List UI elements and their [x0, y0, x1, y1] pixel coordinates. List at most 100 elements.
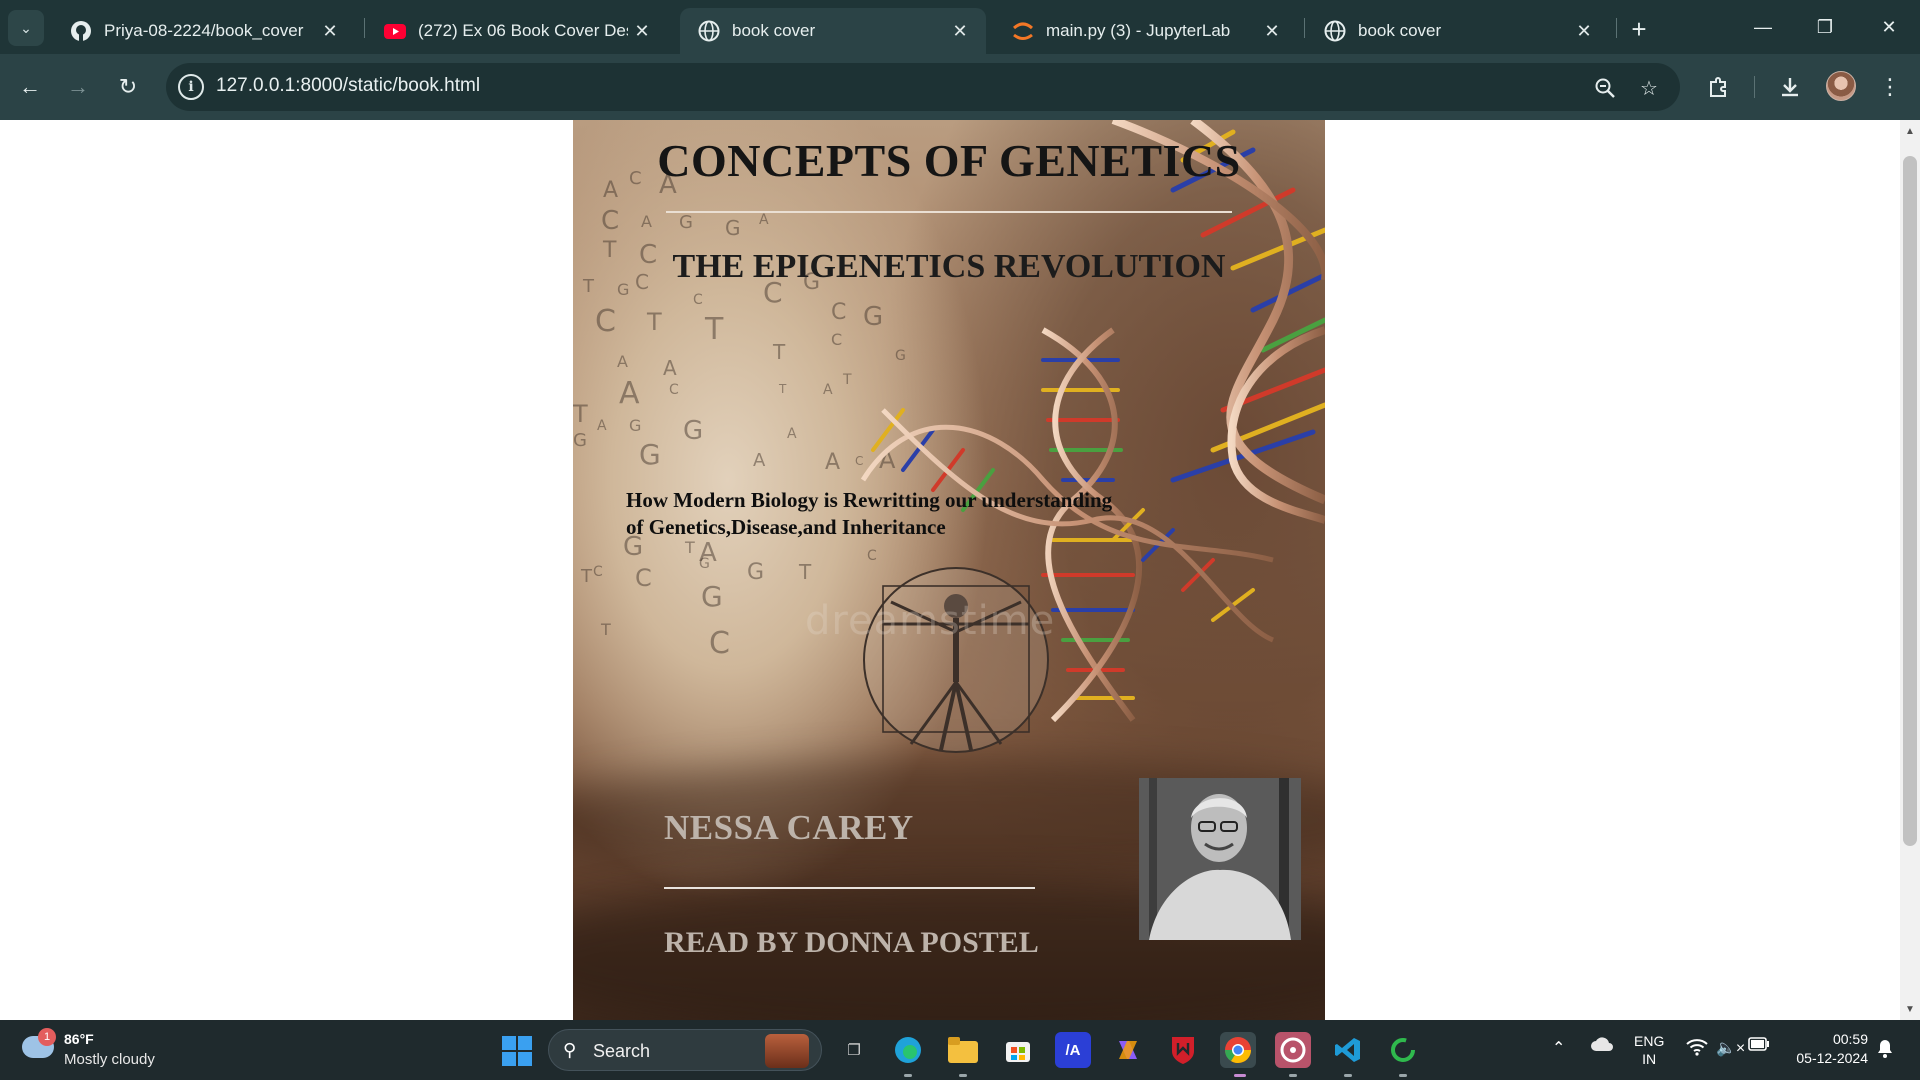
- tagline-line: How Modern Biology is Rewritting our und…: [626, 488, 1113, 512]
- stock-watermark: dreamstime: [805, 598, 1056, 644]
- close-icon[interactable]: ✕: [946, 17, 974, 45]
- tab-search-button[interactable]: ⌄: [8, 10, 44, 46]
- weather-description[interactable]: Mostly cloudy: [64, 1051, 155, 1068]
- vitruvian-man-illustration: [863, 567, 1049, 753]
- language-indicator[interactable]: ENG IN: [1634, 1032, 1664, 1068]
- github-icon: [70, 20, 92, 42]
- edge-browser-icon[interactable]: [890, 1032, 926, 1068]
- taskbar-search[interactable]: ⚲ Search: [548, 1029, 822, 1071]
- media-app-icon[interactable]: [1275, 1032, 1311, 1068]
- reload-button[interactable]: ↻: [110, 69, 146, 105]
- author-photo: [1139, 778, 1301, 940]
- battery-icon[interactable]: [1748, 1037, 1770, 1056]
- search-highlight-icon: [765, 1034, 809, 1068]
- loading-app-icon[interactable]: [1385, 1032, 1421, 1068]
- scroll-up-arrow-icon[interactable]: ▲: [1900, 122, 1920, 140]
- author-divider: [664, 887, 1035, 889]
- language-code: ENG: [1634, 1033, 1665, 1049]
- browser-toolbar: ← → ↻ i 127.0.0.1:8000/static/book.html …: [0, 54, 1920, 120]
- jupyter-icon: [1012, 20, 1034, 42]
- scrollbar-thumb[interactable]: [1903, 156, 1917, 846]
- new-tab-button[interactable]: +: [1622, 12, 1656, 46]
- forward-button[interactable]: →: [60, 69, 96, 105]
- tab-title: book cover: [732, 21, 816, 40]
- region-code: IN: [1642, 1051, 1657, 1067]
- microsoft-store-icon[interactable]: [1000, 1032, 1036, 1068]
- windows-start-icon[interactable]: [502, 1036, 532, 1066]
- clock-time: 00:59: [1832, 1031, 1868, 1047]
- extensions-icon[interactable]: [1700, 69, 1736, 105]
- app-active-indicator: [1234, 1074, 1246, 1077]
- more-menu-icon[interactable]: ⋮: [1872, 69, 1908, 105]
- security-app-icon[interactable]: [1165, 1032, 1201, 1068]
- clock-date: 05-12-2024: [1796, 1050, 1868, 1066]
- tab-strip: ⌄ Priya-08-2224/book_cover ✕ (272) Ex 06…: [0, 0, 1920, 54]
- show-hidden-icons-icon[interactable]: ⌃: [1552, 1038, 1565, 1058]
- copilot-icon[interactable]: [1110, 1032, 1146, 1068]
- system-clock[interactable]: 00:59 05-12-2024: [1782, 1030, 1868, 1068]
- book-tagline: How Modern Biology is Rewritting our und…: [626, 487, 1186, 541]
- editor-app-icon[interactable]: /A: [1055, 1032, 1091, 1068]
- back-button[interactable]: ←: [12, 69, 48, 105]
- app-running-indicator: [1344, 1074, 1352, 1077]
- app-running-indicator: [959, 1074, 967, 1077]
- scroll-down-arrow-icon[interactable]: ▼: [1900, 1000, 1920, 1018]
- tab-title: Priya-08-2224/book_cover: [104, 21, 304, 40]
- windows-taskbar: 1 86°F Mostly cloudy ⚲ Search ❐ /A ⌃ ENG…: [0, 1020, 1920, 1080]
- file-explorer-icon[interactable]: [945, 1032, 981, 1068]
- tab-book-cover[interactable]: book cover ✕: [1306, 8, 1610, 54]
- wifi-icon[interactable]: [1686, 1038, 1708, 1061]
- tab-github[interactable]: Priya-08-2224/book_cover ✕: [52, 8, 356, 54]
- tab-separator: [1304, 18, 1305, 38]
- close-icon: ✕: [1881, 16, 1897, 37]
- close-window-button[interactable]: ✕: [1866, 10, 1912, 44]
- minimize-icon: —: [1754, 16, 1772, 37]
- vertical-scrollbar[interactable]: ▲ ▼: [1900, 120, 1920, 1020]
- tab-jupyterlab[interactable]: main.py (3) - JupyterLab ✕: [994, 8, 1298, 54]
- vscode-icon[interactable]: [1330, 1032, 1366, 1068]
- search-icon: ⚲: [563, 1040, 577, 1060]
- weather-badge: 1: [38, 1028, 56, 1046]
- restore-button[interactable]: ❐: [1802, 10, 1848, 44]
- profile-avatar[interactable]: [1826, 71, 1856, 101]
- tab-title: (272) Ex 06 Book Cover Desig: [418, 21, 628, 40]
- url-text[interactable]: 127.0.0.1:8000/static/book.html: [216, 75, 480, 97]
- close-icon[interactable]: ✕: [628, 17, 656, 45]
- zoom-icon[interactable]: [1590, 73, 1620, 103]
- author-name: NESSA CAREY: [664, 808, 914, 847]
- restore-icon: ❐: [1816, 16, 1834, 37]
- youtube-icon: [384, 20, 406, 42]
- app-running-indicator: [1289, 1074, 1297, 1077]
- bookmark-star-icon[interactable]: ☆: [1634, 73, 1664, 103]
- arrow-left-icon: ←: [19, 74, 41, 99]
- download-icon[interactable]: [1772, 69, 1808, 105]
- close-icon[interactable]: ✕: [316, 17, 344, 45]
- close-icon[interactable]: ✕: [1570, 17, 1598, 45]
- book-subtitle: THE EPIGENETICS REVOLUTION: [672, 248, 1226, 285]
- address-bar[interactable]: i 127.0.0.1:8000/static/book.html ☆: [166, 63, 1680, 111]
- close-icon[interactable]: ✕: [1258, 17, 1286, 45]
- weather-temperature[interactable]: 86°F: [64, 1031, 94, 1047]
- tab-title: main.py (3) - JupyterLab: [1046, 21, 1231, 40]
- minimize-button[interactable]: —: [1740, 10, 1786, 44]
- app-running-indicator: [1399, 1074, 1407, 1077]
- tab-book-cover-active[interactable]: book cover ✕: [680, 8, 986, 54]
- arrow-right-icon: →: [67, 74, 89, 99]
- book-cover: A C A C A G G A T C T G C C G C C T T C …: [573, 120, 1325, 1020]
- tab-youtube[interactable]: (272) Ex 06 Book Cover Desig ✕: [366, 8, 668, 54]
- app-running-indicator: [904, 1074, 912, 1077]
- chrome-browser-icon[interactable]: [1220, 1032, 1256, 1068]
- site-info-icon[interactable]: i: [178, 74, 204, 100]
- tagline-line: of Genetics,Disease,and Inheritance: [626, 515, 946, 539]
- globe-icon: [698, 20, 720, 42]
- task-view-icon[interactable]: ❐: [836, 1032, 872, 1068]
- reload-icon: ↻: [118, 74, 138, 99]
- tab-separator: [364, 18, 365, 38]
- volume-muted-icon[interactable]: 🔈×: [1716, 1038, 1745, 1058]
- globe-icon: [1324, 20, 1346, 42]
- onedrive-cloud-icon[interactable]: [1590, 1036, 1614, 1057]
- book-title: CONCEPTS OF GENETICS: [657, 135, 1241, 186]
- plus-icon: +: [1631, 13, 1647, 44]
- notification-bell-icon[interactable]: [1876, 1038, 1894, 1063]
- search-label: Search: [593, 1041, 651, 1061]
